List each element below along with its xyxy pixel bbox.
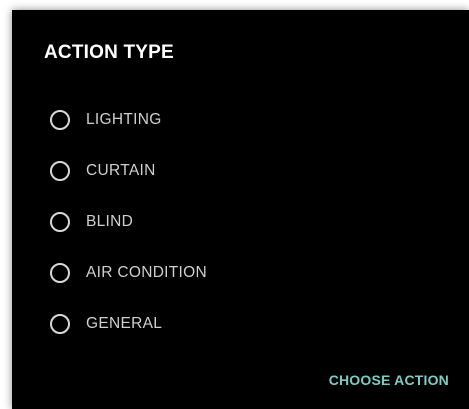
- choose-action-button[interactable]: CHOOSE ACTION: [329, 372, 449, 388]
- radio-unchecked-icon[interactable]: [50, 262, 70, 283]
- option-air-condition[interactable]: AIR CONDITION: [50, 247, 207, 298]
- option-blind[interactable]: BLIND: [50, 196, 207, 247]
- dialog-title: ACTION TYPE: [44, 42, 174, 63]
- radio-unchecked-icon[interactable]: [50, 160, 70, 181]
- option-curtain[interactable]: CURTAIN: [50, 145, 207, 196]
- radio-unchecked-icon[interactable]: [50, 109, 70, 130]
- option-label: AIR CONDITION: [86, 263, 208, 281]
- action-type-dialog: ACTION TYPE LIGHTING CURTAIN BLIND AIR C…: [12, 10, 469, 409]
- option-label: GENERAL: [86, 314, 163, 332]
- radio-unchecked-icon[interactable]: [50, 211, 70, 232]
- option-label: CURTAIN: [86, 161, 156, 179]
- option-lighting[interactable]: LIGHTING: [50, 94, 207, 145]
- action-type-radio-group: LIGHTING CURTAIN BLIND AIR CONDITION GEN…: [50, 94, 207, 349]
- option-label: BLIND: [86, 212, 134, 230]
- option-general[interactable]: GENERAL: [50, 298, 207, 349]
- radio-unchecked-icon[interactable]: [50, 313, 70, 334]
- option-label: LIGHTING: [86, 110, 162, 128]
